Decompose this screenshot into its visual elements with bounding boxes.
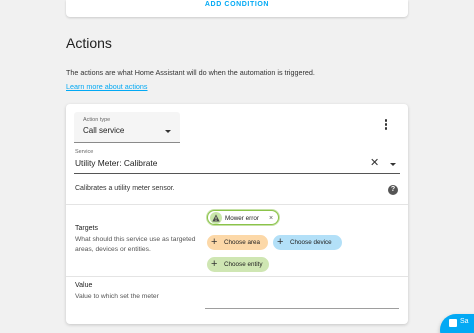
plus-icon: + [211, 236, 218, 248]
targets-title: Targets [75, 225, 98, 232]
action-card: Action type Call service Service Utility… [66, 104, 408, 324]
plus-icon: + [277, 236, 284, 248]
dots-vertical-icon[interactable] [383, 119, 389, 133]
action-type-select[interactable]: Action type Call service [74, 112, 180, 143]
selected-entity-label: Mower error [225, 215, 259, 222]
choose-device-button[interactable]: + Choose device [273, 235, 342, 250]
action-type-value: Call service [83, 126, 125, 135]
plus-icon: + [211, 258, 218, 270]
service-value: Utility Meter: Calibrate [75, 158, 158, 168]
question-circle-icon[interactable]: ? [388, 185, 398, 195]
close-icon[interactable]: × [269, 211, 273, 226]
value-description: Value to which set the meter [75, 293, 159, 300]
choose-area-label: Choose area [224, 239, 261, 246]
add-condition-button[interactable]: ADD CONDITION [66, 1, 408, 8]
actions-description: The actions are what Home Assistant will… [66, 68, 315, 77]
service-label: Service [75, 149, 94, 155]
save-icon [449, 319, 457, 327]
learn-more-link[interactable]: Learn more about actions [66, 82, 148, 91]
value-input[interactable] [205, 292, 399, 309]
close-icon[interactable]: ✕ [370, 157, 379, 170]
divider [66, 276, 408, 277]
actions-title: Actions [66, 35, 112, 51]
automation-editor: ADD CONDITION Actions The actions are wh… [0, 0, 474, 333]
warning-icon [210, 212, 222, 224]
action-type-label: Action type [83, 117, 111, 123]
conditions-card: ADD CONDITION [66, 0, 408, 17]
chevron-down-icon[interactable] [390, 163, 396, 166]
value-title: Value [75, 282, 93, 289]
divider [66, 204, 408, 205]
targets-description: What should this service use as targeted… [75, 236, 196, 253]
choose-device-label: Choose device [290, 239, 332, 246]
service-description: Calibrates a utility meter sensor. [75, 185, 175, 192]
choose-entity-label: Choose entity [224, 261, 263, 268]
chevron-down-icon [165, 130, 171, 133]
save-button[interactable]: Sa [440, 314, 474, 333]
service-field[interactable]: Utility Meter: Calibrate ✕ [74, 157, 400, 174]
selected-entity-chip[interactable]: Mower error × [207, 210, 279, 225]
save-label: Sa [460, 318, 469, 325]
choose-area-button[interactable]: + Choose area [207, 235, 268, 250]
choose-entity-button[interactable]: + Choose entity [207, 257, 269, 272]
